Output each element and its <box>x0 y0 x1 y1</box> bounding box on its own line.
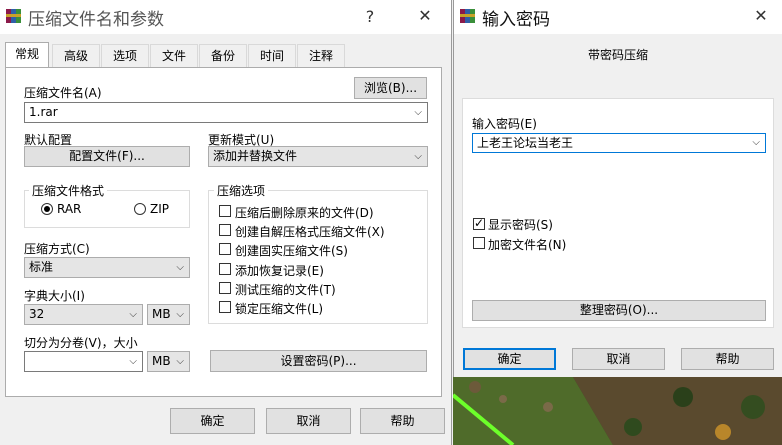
recovery-record-label: 添加恢复记录(E) <box>235 264 324 278</box>
chevron-down-icon: ⌵ <box>176 356 184 367</box>
method-select[interactable]: 标准 ⌵ <box>24 257 190 278</box>
show-password-label: 显示密码(S) <box>488 218 553 232</box>
lock-archive-checkbox[interactable] <box>219 301 231 313</box>
encrypt-filenames-label: 加密文件名(N) <box>488 238 567 252</box>
password-help-button[interactable]: 帮助 <box>681 348 774 370</box>
zip-radio[interactable] <box>134 203 146 215</box>
organize-passwords-button[interactable]: 整理密码(O)... <box>472 300 766 321</box>
password-window-title: 输入密码 <box>482 10 550 30</box>
winrar-books-icon <box>460 8 476 24</box>
method-label: 压缩方式(C) <box>24 242 90 256</box>
dict-size-label: 字典大小(I) <box>24 289 85 303</box>
split-unit-value: MB <box>152 354 171 368</box>
close-icon[interactable]: ✕ <box>744 6 778 25</box>
password-ok-button[interactable]: 确定 <box>463 348 556 370</box>
chevron-down-icon[interactable]: ⌵ <box>414 103 422 122</box>
method-value: 标准 <box>29 260 54 274</box>
archive-name-field[interactable]: 1.rar ⌵ <box>24 102 428 123</box>
sfx-checkbox[interactable] <box>219 224 231 236</box>
archive-params-dialog: 压缩文件名和参数 ? ✕ 常规 高级 选项 文件 备份 时间 注释 压缩文件名(… <box>0 0 452 445</box>
rar-radio-label: RAR <box>57 202 82 216</box>
dict-unit-value: MB <box>152 307 171 321</box>
tab-comment[interactable]: 注释 <box>297 44 345 68</box>
split-size-field[interactable]: ⌵ <box>24 351 143 372</box>
archive-name-label: 压缩文件名(A) <box>24 86 102 100</box>
archive-name-value: 1.rar <box>29 105 58 119</box>
password-title-bar: 输入密码 ✕ <box>454 0 782 34</box>
background-game-scene <box>453 377 782 445</box>
chevron-down-icon[interactable]: ⌵ <box>752 134 760 152</box>
title-bar: 压缩文件名和参数 ? ✕ <box>0 0 451 34</box>
dict-size-value: 32 <box>29 307 45 321</box>
chevron-down-icon: ⌵ <box>129 309 137 320</box>
test-archive-label: 测试压缩的文件(T) <box>235 283 336 297</box>
sfx-label: 创建自解压格式压缩文件(X) <box>235 225 385 239</box>
chevron-down-icon: ⌵ <box>414 151 422 162</box>
encrypt-filenames-checkbox[interactable] <box>473 237 485 249</box>
tab-options[interactable]: 选项 <box>101 44 149 68</box>
test-archive-checkbox[interactable] <box>219 282 231 294</box>
ok-button[interactable]: 确定 <box>170 408 255 434</box>
password-label: 输入密码(E) <box>472 117 537 131</box>
split-volumes-label: 切分为分卷(V)，大小 <box>24 336 138 350</box>
chevron-down-icon: ⌵ <box>176 309 184 320</box>
chevron-down-icon: ⌵ <box>176 262 184 273</box>
close-icon[interactable]: ✕ <box>408 6 442 25</box>
archive-format-title: 压缩文件格式 <box>29 182 108 199</box>
chevron-down-icon[interactable]: ⌵ <box>129 352 137 371</box>
solid-label: 创建固实压缩文件(S) <box>235 244 348 258</box>
tab-time[interactable]: 时间 <box>248 44 296 68</box>
enter-password-dialog: 输入密码 ✕ 带密码压缩 输入密码(E) 上老王论坛当老王 ⌵ 显示密码(S) … <box>453 0 782 377</box>
help-button[interactable]: 帮助 <box>360 408 445 434</box>
update-mode-value: 添加并替换文件 <box>213 149 298 163</box>
help-icon[interactable]: ? <box>356 7 384 26</box>
lock-archive-label: 锁定压缩文件(L) <box>235 302 324 316</box>
password-cancel-button[interactable]: 取消 <box>572 348 665 370</box>
game-terrain-image <box>453 377 782 445</box>
tab-advanced[interactable]: 高级 <box>52 44 100 68</box>
tab-files[interactable]: 文件 <box>150 44 198 68</box>
tab-backup[interactable]: 备份 <box>199 44 247 68</box>
password-value: 上老王论坛当老王 <box>477 136 574 150</box>
profile-button[interactable]: 配置文件(F)... <box>24 146 190 167</box>
split-unit-select[interactable]: MB ⌵ <box>147 351 190 372</box>
set-password-button[interactable]: 设置密码(P)... <box>210 350 427 372</box>
solid-checkbox[interactable] <box>219 243 231 255</box>
recovery-record-checkbox[interactable] <box>219 263 231 275</box>
password-field[interactable]: 上老王论坛当老王 ⌵ <box>472 133 766 153</box>
password-subtitle: 带密码压缩 <box>587 48 648 62</box>
compression-options-title: 压缩选项 <box>214 182 269 199</box>
tab-general[interactable]: 常规 <box>5 42 49 69</box>
zip-radio-label: ZIP <box>150 202 169 216</box>
update-mode-select[interactable]: 添加并替换文件 ⌵ <box>208 146 428 167</box>
cancel-button[interactable]: 取消 <box>266 408 351 434</box>
browse-button[interactable]: 浏览(B)... <box>354 77 427 99</box>
delete-after-label: 压缩后删除原来的文件(D) <box>235 206 374 220</box>
dict-size-select[interactable]: 32 ⌵ <box>24 304 143 325</box>
rar-radio[interactable] <box>41 203 53 215</box>
delete-after-checkbox[interactable] <box>219 205 231 217</box>
window-title: 压缩文件名和参数 <box>28 10 164 30</box>
show-password-checkbox[interactable] <box>473 216 485 230</box>
winrar-books-icon <box>6 8 22 24</box>
dict-unit-select[interactable]: MB ⌵ <box>147 304 190 325</box>
